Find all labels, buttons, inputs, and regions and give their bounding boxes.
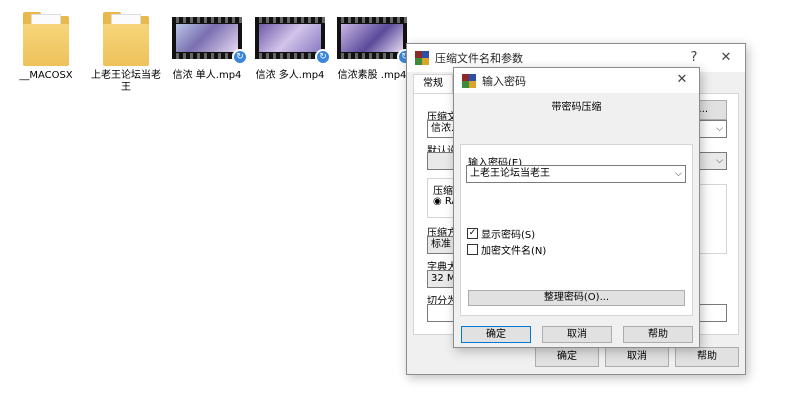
encrypt-filenames-checkbox[interactable]: 加密文件名(N) xyxy=(467,242,546,257)
archive-cancel-button[interactable]: 取消 xyxy=(605,347,669,367)
password-help-button[interactable]: 帮助 xyxy=(623,326,693,343)
password-ok-button[interactable]: 确定 xyxy=(461,326,531,343)
file-label: 信浓素股 .mp4 xyxy=(337,70,407,81)
chevron-down-icon: ⌵ xyxy=(716,156,723,166)
folder-icon xyxy=(103,10,149,66)
chevron-down-icon: ⌵ xyxy=(716,124,723,134)
desktop: __MACOSX 上老王论坛当老王 ↻ 信浓 单人.mp4 ↻ 信浓 多人.mp… xyxy=(0,0,800,407)
password-dialog-title: 输入密码 xyxy=(482,74,526,88)
folder-laowang[interactable]: 上老王论坛当老王 xyxy=(88,8,164,94)
chevron-down-icon: ⌵ xyxy=(675,169,682,179)
sync-badge-icon: ↻ xyxy=(232,49,248,65)
close-icon[interactable]: ✕ xyxy=(671,70,693,90)
video-thumbnail-icon: ↻ xyxy=(337,17,413,65)
video-file-multi[interactable]: ↻ 信浓 多人.mp4 xyxy=(252,8,331,82)
password-dialog: 输入密码 ✕ 带密码压缩 输入密码(E) 上老王论坛当老王 ⌵ ✓ 显示密码(S… xyxy=(453,67,700,348)
password-cancel-button[interactable]: 取消 xyxy=(542,326,612,343)
password-input[interactable]: 上老王论坛当老王 ⌵ xyxy=(466,165,686,183)
folder-label: __MACOSX xyxy=(19,70,73,81)
password-heading: 带密码压缩 xyxy=(551,102,602,113)
checkbox-unchecked-icon xyxy=(467,244,478,255)
checkbox-checked-icon: ✓ xyxy=(467,228,478,239)
video-file-single[interactable]: ↻ 信浓 单人.mp4 xyxy=(169,8,248,82)
archive-dialog-title: 压缩文件名和参数 xyxy=(435,52,523,65)
archive-help-button[interactable]: 帮助 xyxy=(675,347,739,367)
password-dialog-titlebar: 输入密码 ✕ xyxy=(454,68,699,93)
help-icon[interactable]: ? xyxy=(683,48,705,68)
folder-label: 上老王论坛当老王 xyxy=(91,70,161,93)
video-thumbnail-icon: ↻ xyxy=(255,17,331,65)
folder-macosx[interactable]: __MACOSX xyxy=(8,8,84,82)
tab-general[interactable]: 常规 xyxy=(413,74,453,94)
video-thumbnail-icon: ↻ xyxy=(172,17,248,65)
sync-badge-icon: ↻ xyxy=(315,49,331,65)
file-label: 信浓 单人.mp4 xyxy=(172,70,242,81)
folder-icon xyxy=(23,10,69,66)
winrar-icon xyxy=(462,73,476,88)
organize-passwords-button[interactable]: 整理密码(O)... xyxy=(468,290,685,306)
archive-ok-button[interactable]: 确定 xyxy=(535,347,599,367)
file-label: 信浓 多人.mp4 xyxy=(255,70,325,81)
video-file-sugu[interactable]: ↻ 信浓素股 .mp4 xyxy=(334,8,413,82)
winrar-icon xyxy=(415,51,429,65)
close-icon[interactable]: ✕ xyxy=(715,48,737,68)
show-password-checkbox[interactable]: ✓ 显示密码(S) xyxy=(467,226,535,241)
